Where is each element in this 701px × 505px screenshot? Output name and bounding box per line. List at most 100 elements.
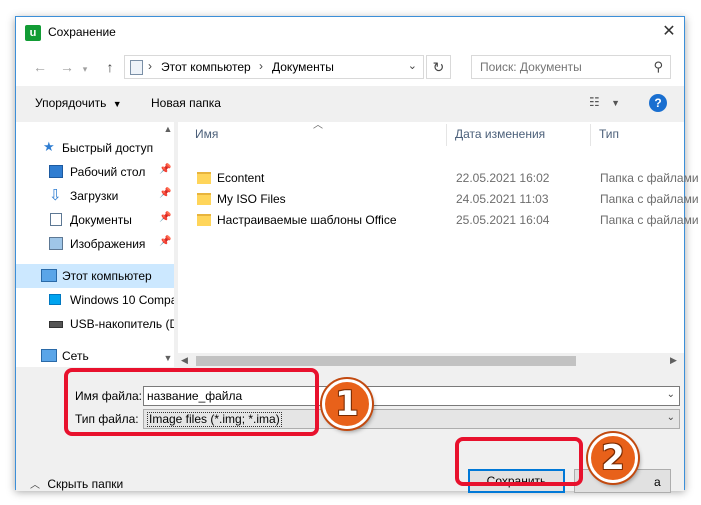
- column-divider[interactable]: [590, 124, 591, 146]
- nav-item-label: Документы: [70, 213, 132, 227]
- nav-item-usb-drive[interactable]: USB-накопитель (D:): [16, 312, 174, 336]
- scrollbar-thumb[interactable]: [196, 356, 576, 366]
- network-icon: [41, 349, 57, 362]
- pin-icon[interactable]: 📌: [159, 164, 171, 175]
- address-bar-row: ← → ▾ ↑ › Этот компьютер › Документы ⌄ ↻…: [16, 48, 684, 86]
- window-title: Сохранение: [48, 25, 116, 39]
- annotation-highlight-filename: [64, 368, 319, 436]
- view-list-icon: ☷: [589, 95, 600, 109]
- nav-item-label: Загрузки: [70, 189, 119, 203]
- breadcrumb-documents[interactable]: Документы: [272, 60, 334, 74]
- chevron-down-icon: ▼: [611, 98, 621, 108]
- nav-item-label: Этот компьютер: [62, 269, 152, 283]
- usb-drive-icon: [49, 321, 63, 328]
- sort-ascending-icon: ︿: [313, 120, 323, 131]
- file-row[interactable]: Econtent 22.05.2021 16:02 Папка с файлам…: [192, 168, 699, 189]
- nav-item-downloads[interactable]: ⇩ Загрузки 📌: [16, 184, 174, 208]
- annotation-badge-2: 2: [588, 433, 638, 483]
- file-type: Папка с файлами: [600, 171, 699, 185]
- back-arrow-icon[interactable]: ←: [30, 57, 50, 77]
- nav-item-label: Сеть: [62, 349, 89, 363]
- nav-item-label: Изображения: [70, 237, 146, 251]
- chevron-up-icon: ︿: [30, 480, 40, 491]
- title-bar: u Сохранение ✕: [16, 17, 684, 48]
- file-list-pane: ︿ Имя Дата изменения Тип Econtent 22.05.…: [178, 120, 699, 367]
- download-icon: ⇩: [49, 187, 62, 204]
- up-arrow-icon[interactable]: ↑: [100, 57, 120, 77]
- cancel-label: а: [654, 475, 661, 489]
- nav-scroll-down-icon[interactable]: ▼: [162, 353, 174, 363]
- breadcrumb-chevron-icon[interactable]: ›: [148, 59, 152, 73]
- file-date: 22.05.2021 16:02: [456, 171, 550, 185]
- close-button[interactable]: ✕: [656, 20, 682, 44]
- app-icon: u: [25, 25, 41, 41]
- recent-locations-chevron-icon[interactable]: ▾: [78, 59, 92, 79]
- scroll-left-icon[interactable]: ◀: [181, 355, 188, 366]
- nav-item-label: USB-накопитель (D:): [70, 317, 174, 331]
- address-dropdown-icon[interactable]: ⌄: [408, 59, 417, 72]
- scroll-right-icon[interactable]: ▶: [670, 355, 677, 366]
- nav-item-label: Быстрый доступ: [62, 141, 154, 155]
- new-folder-button[interactable]: Новая папка: [151, 96, 221, 110]
- nav-item-documents[interactable]: Документы 📌: [16, 208, 174, 232]
- help-icon[interactable]: ?: [649, 94, 667, 112]
- location-icon: [130, 60, 143, 75]
- file-type: Папка с файлами: [600, 192, 699, 206]
- nav-item-desktop[interactable]: Рабочий стол 📌: [16, 160, 174, 184]
- nav-item-windows-drive[interactable]: Windows 10 Compact: [16, 288, 174, 312]
- folder-icon: [197, 193, 211, 205]
- navigation-pane: ★ Быстрый доступ Рабочий стол 📌 ⇩ Загруз…: [16, 122, 174, 367]
- nav-item-label: Windows 10 Compact: [70, 293, 174, 307]
- column-header-date[interactable]: Дата изменения: [455, 127, 545, 141]
- chevron-down-icon[interactable]: ⌄: [667, 412, 675, 423]
- hide-folders-label: Скрыть папки: [47, 477, 124, 491]
- file-name: Econtent: [217, 171, 265, 185]
- file-date: 25.05.2021 16:04: [456, 213, 550, 227]
- search-input[interactable]: [480, 60, 640, 74]
- nav-item-label: Рабочий стол: [70, 165, 146, 179]
- nav-item-network[interactable]: Сеть: [16, 344, 174, 368]
- computer-icon: [41, 269, 57, 282]
- chevron-down-icon: ▼: [112, 99, 122, 109]
- file-row[interactable]: Настраиваемые шаблоны Office 25.05.2021 …: [192, 210, 699, 231]
- screenshot-stage: u Сохранение ✕ ← → ▾ ↑ › Этот компьютер …: [0, 0, 701, 505]
- annotation-highlight-save: [455, 437, 583, 486]
- refresh-button[interactable]: ↻: [426, 55, 451, 79]
- drive-icon: [49, 294, 61, 305]
- file-date: 24.05.2021 11:03: [456, 192, 549, 206]
- hide-folders-button[interactable]: ︿ Скрыть папки: [30, 476, 123, 491]
- file-name: My ISO Files: [217, 192, 286, 206]
- breadcrumb-chevron-icon[interactable]: ›: [259, 59, 263, 73]
- pin-icon[interactable]: 📌: [159, 212, 171, 223]
- nav-item-quick-access[interactable]: ★ Быстрый доступ: [16, 136, 174, 160]
- address-box[interactable]: › Этот компьютер › Документы ⌄: [124, 55, 424, 79]
- pictures-icon: [49, 237, 63, 250]
- column-divider[interactable]: [446, 124, 447, 146]
- breadcrumb-this-pc[interactable]: Этот компьютер: [161, 60, 251, 74]
- organize-label: Упорядочить: [35, 96, 107, 110]
- refresh-icon: ↻: [432, 59, 445, 75]
- pin-icon[interactable]: 📌: [159, 236, 171, 247]
- file-type: Папка с файлами: [600, 213, 699, 227]
- documents-icon: [50, 213, 62, 226]
- annotation-badge-1: 1: [322, 379, 372, 429]
- nav-item-pictures[interactable]: Изображения 📌: [16, 232, 174, 256]
- chevron-down-icon[interactable]: ⌄: [667, 389, 675, 400]
- forward-arrow-icon[interactable]: →: [57, 57, 77, 77]
- nav-item-this-pc[interactable]: Этот компьютер: [16, 264, 174, 288]
- horizontal-scrollbar[interactable]: ◀ ▶: [178, 353, 684, 369]
- organize-button[interactable]: Упорядочить ▼: [35, 96, 122, 110]
- nav-scroll-up-icon[interactable]: ▲: [162, 124, 174, 134]
- file-row[interactable]: My ISO Files 24.05.2021 11:03 Папка с фа…: [192, 189, 699, 210]
- search-box[interactable]: ⚲: [471, 55, 671, 79]
- star-icon: ★: [43, 139, 55, 154]
- view-options-button[interactable]: ☷ ▼: [589, 95, 620, 109]
- folder-icon: [197, 214, 211, 226]
- file-name: Настраиваемые шаблоны Office: [217, 213, 397, 227]
- column-header-name[interactable]: Имя: [195, 127, 218, 141]
- search-icon: ⚲: [653, 59, 663, 74]
- column-header-type[interactable]: Тип: [599, 127, 619, 141]
- pin-icon[interactable]: 📌: [159, 188, 171, 199]
- desktop-icon: [49, 165, 63, 178]
- folder-icon: [197, 172, 211, 184]
